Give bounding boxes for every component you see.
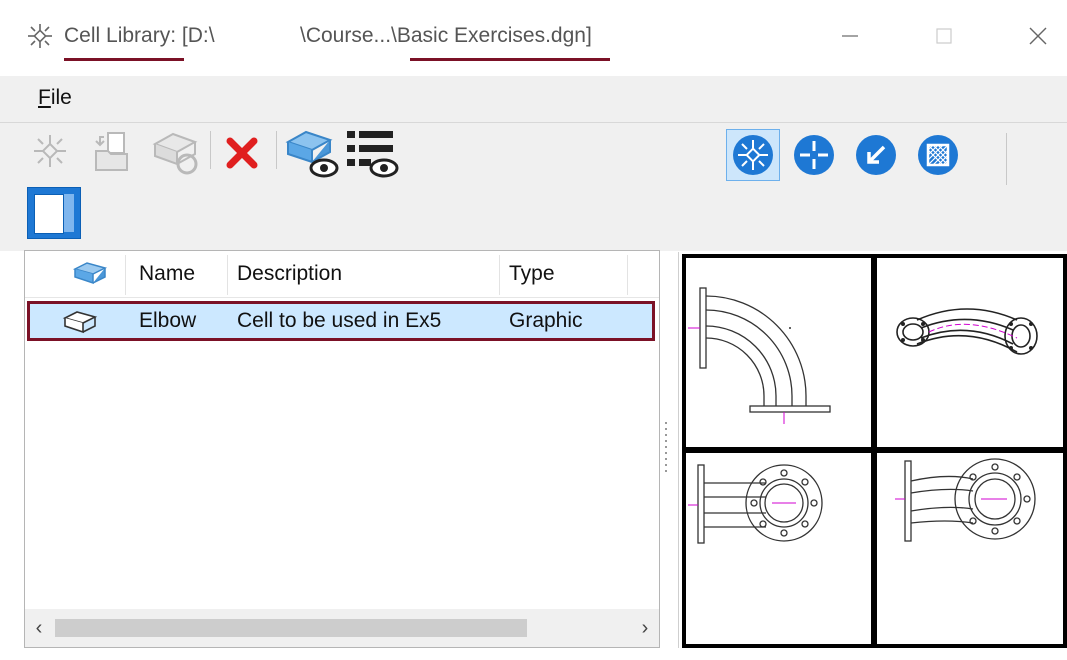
- pattern-icon: [918, 135, 958, 175]
- import-cell-button[interactable]: [88, 129, 134, 175]
- toolbar-separator: [1006, 133, 1007, 185]
- row-name: Elbow: [139, 309, 197, 332]
- close-button[interactable]: [1016, 16, 1060, 56]
- preview-panel-toggle-icon: [34, 194, 64, 234]
- column-header-icon[interactable]: [61, 251, 121, 297]
- preview-panel-toggle-side: [64, 194, 74, 232]
- close-icon: [1029, 27, 1047, 45]
- cell-library-icon: [28, 24, 52, 48]
- list-view-button[interactable]: [344, 127, 400, 181]
- menu-file-mnemonic: F: [38, 86, 51, 109]
- toolbar-separator: [276, 131, 277, 169]
- column-divider[interactable]: [627, 255, 628, 295]
- elbow-top-view-drawing: [688, 287, 831, 424]
- column-divider[interactable]: [125, 255, 126, 295]
- menu-file-label: ile: [50, 86, 72, 109]
- point-icon: [856, 135, 896, 175]
- top-view[interactable]: [686, 258, 871, 447]
- scroll-right-arrow-icon[interactable]: ›: [631, 609, 659, 647]
- window-title-part2: \Course...\Basic Exercises.dgn]: [300, 24, 592, 47]
- column-header-name[interactable]: Name: [139, 251, 195, 297]
- list-view-icon: [347, 131, 399, 178]
- pane-splitter[interactable]: [664, 420, 668, 480]
- column-divider[interactable]: [499, 255, 500, 295]
- row-cell-icon: [62, 306, 102, 340]
- title-bar[interactable]: Cell Library: [D:\ \Course...\Basic Exerc…: [0, 0, 1067, 76]
- import-cell-icon: [95, 132, 128, 171]
- update-library-icon: [152, 132, 198, 175]
- menu-bar: File: [0, 76, 1067, 122]
- title-highlight-underline: [64, 58, 184, 61]
- preview-cell-icon: [285, 130, 339, 178]
- title-highlight-underline: [410, 58, 610, 61]
- origin-button[interactable]: [788, 129, 840, 181]
- column-divider[interactable]: [227, 255, 228, 295]
- create-cell-icon: [34, 135, 66, 167]
- menu-file[interactable]: File: [38, 86, 72, 110]
- toolbar: [0, 122, 1067, 251]
- placement-mode-button[interactable]: [726, 129, 780, 181]
- list-header: Name Description Type: [25, 251, 659, 298]
- table-row[interactable]: Elbow Cell to be used in Ex5 Graphic: [27, 301, 655, 341]
- maximize-icon: [936, 28, 952, 44]
- cell-library-window: Cell Library: [D:\ \Course...\Basic Exerc…: [0, 0, 1067, 660]
- row-description: Cell to be used in Ex5: [237, 309, 442, 332]
- minimize-button[interactable]: [828, 16, 872, 56]
- point-button[interactable]: [850, 129, 902, 181]
- scrollbar-thumb[interactable]: [55, 619, 527, 637]
- pattern-button[interactable]: [912, 129, 964, 181]
- elbow-right-view-drawing: [895, 458, 1036, 542]
- preview-panel-toggle[interactable]: [27, 187, 81, 239]
- create-cell-button[interactable]: [28, 129, 72, 173]
- minimize-icon: [842, 35, 858, 37]
- row-type: Graphic: [509, 309, 583, 332]
- placement-mode-icon: [733, 135, 773, 175]
- column-header-description[interactable]: Description: [237, 251, 342, 297]
- scroll-left-arrow-icon[interactable]: ‹: [25, 609, 53, 647]
- column-header-type[interactable]: Type: [509, 251, 555, 297]
- cell-icon: [72, 262, 108, 285]
- elbow-isometric-drawing: [896, 308, 1038, 355]
- preview-grid: [682, 254, 1067, 648]
- preview-cell-button[interactable]: [284, 127, 340, 181]
- toolbar-separator: [210, 131, 211, 169]
- origin-icon: [794, 135, 834, 175]
- cell-list: Name Description Type Elbow Cell to be u…: [24, 250, 660, 648]
- delete-cell-button[interactable]: [220, 131, 264, 175]
- maximize-button[interactable]: [922, 16, 966, 56]
- window-title: Cell Library: [D:\ \Course...\Basic Exerc…: [64, 24, 592, 48]
- delete-cell-icon: [226, 137, 258, 169]
- cell-outline-icon: [62, 311, 98, 334]
- window-title-part1: Cell Library: [D:\: [64, 24, 215, 47]
- front-view[interactable]: [686, 453, 871, 644]
- elbow-front-view-drawing: [688, 464, 823, 544]
- right-view[interactable]: [877, 453, 1063, 644]
- horizontal-scrollbar[interactable]: ‹ ›: [25, 609, 659, 647]
- isometric-view[interactable]: [877, 258, 1063, 447]
- update-library-button[interactable]: [150, 129, 202, 177]
